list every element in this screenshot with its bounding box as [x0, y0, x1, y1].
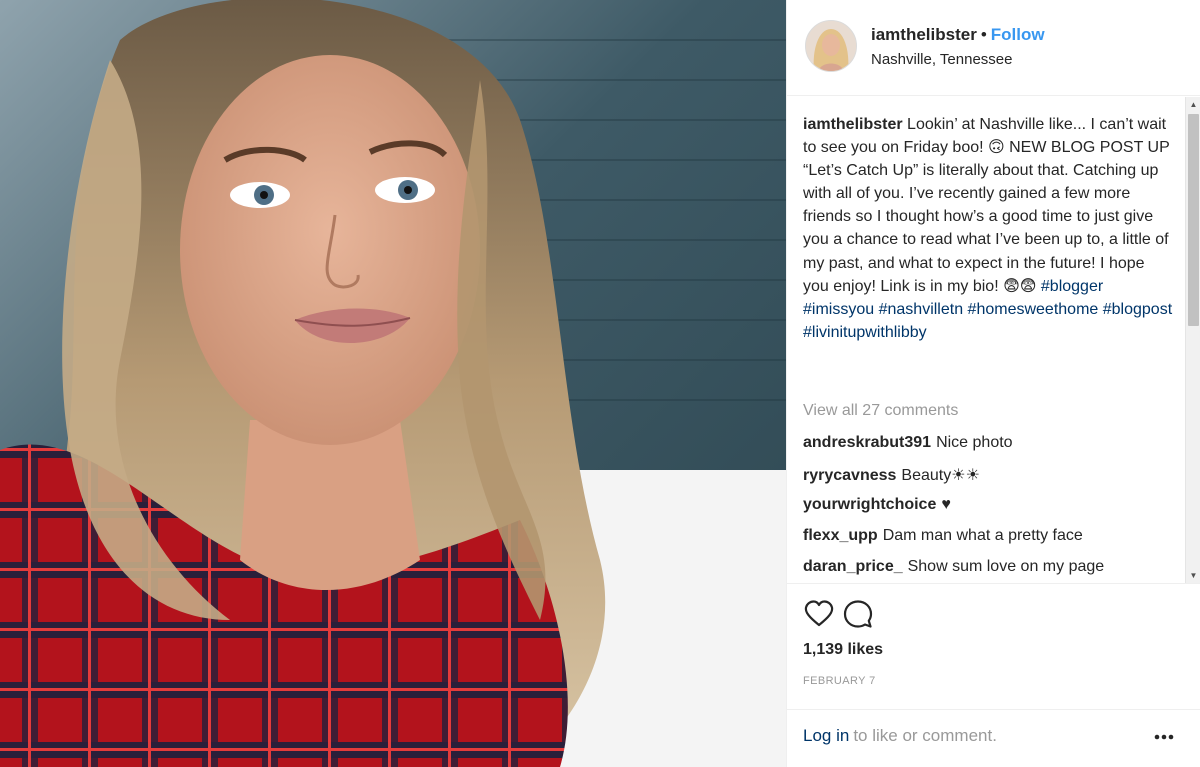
comment-button[interactable] — [842, 598, 874, 630]
comment-text: Nice photo — [936, 434, 1013, 451]
comment-text: Show sum love on my page — [907, 558, 1105, 575]
hashtag-link[interactable]: #blogpost — [1103, 301, 1172, 318]
comment-item: daran_price_ Show sum love on my page — [803, 558, 1173, 583]
login-suffix: to like or comment. — [853, 726, 997, 745]
comment-text: Dam man what a pretty face — [882, 527, 1083, 544]
hashtag-link[interactable]: #blogger — [1041, 278, 1103, 295]
hashtag-link[interactable]: #imissyou — [803, 301, 874, 318]
post-actions: 1,139 likes FEBRUARY 7 — [787, 585, 1200, 693]
follow-button[interactable]: Follow — [991, 25, 1045, 44]
hashtag-link[interactable]: #nashvilletn — [879, 301, 964, 318]
header-username[interactable]: iamthelibster — [871, 25, 977, 44]
caption-username[interactable]: iamthelibster — [803, 116, 903, 133]
comment-text: ♥ — [941, 496, 951, 513]
avatar-image — [806, 21, 856, 71]
post-photo[interactable] — [0, 0, 786, 767]
post-date: FEBRUARY 7 — [803, 675, 876, 687]
login-link[interactable]: Log in — [803, 726, 849, 745]
scroll-down-arrow[interactable]: ▼ — [1186, 568, 1200, 583]
header-line: iamthelibster • Follow — [871, 25, 1045, 45]
comment-username[interactable]: ryrycavness — [803, 467, 896, 484]
selfie-photo-illustration — [0, 0, 786, 767]
scroll-up-arrow[interactable]: ▲ — [1186, 97, 1200, 113]
more-options-button[interactable] — [1151, 724, 1177, 750]
comments-area: iamthelibster Lookin’ at Nashville like.… — [787, 97, 1200, 584]
comment-username[interactable]: daran_price_ — [803, 558, 903, 575]
comment-item: flexx_upp Dam man what a pretty face — [803, 527, 1173, 558]
location-link[interactable]: Nashville, Tennessee — [871, 51, 1012, 68]
comment-username[interactable]: flexx_upp — [803, 527, 878, 544]
header-separator: • — [980, 25, 987, 44]
caption: iamthelibster Lookin’ at Nashville like.… — [803, 113, 1173, 344]
post-sidebar: iamthelibster • Follow Nashville, Tennesse… — [786, 0, 1200, 767]
comment-bubble-icon — [843, 600, 873, 628]
comment-username[interactable]: yourwrightchoice — [803, 496, 936, 513]
view-all-comments-link[interactable]: View all 27 comments — [803, 402, 958, 420]
comment-username[interactable]: andreskrabut391 — [803, 434, 931, 451]
comment-item: andreskrabut391 Nice photo — [803, 434, 1173, 465]
hashtag-link[interactable]: #livinitupwithlibby — [803, 324, 927, 341]
login-prompt: Log in to like or comment. — [803, 726, 997, 746]
comment-list: andreskrabut391 Nice photo ryrycavness Bea… — [803, 434, 1173, 583]
comment-text: Beauty☀☀ — [901, 467, 980, 484]
comment-item: yourwrightchoice ♥ — [803, 496, 1173, 527]
heart-icon — [804, 600, 834, 627]
likes-count[interactable]: 1,139 likes — [803, 641, 883, 659]
avatar[interactable] — [805, 20, 857, 72]
post-footer: Log in to like or comment. — [787, 709, 1200, 767]
post-header: iamthelibster • Follow Nashville, Tennesse… — [787, 0, 1200, 96]
hashtag-link[interactable]: #homesweethome — [968, 301, 1099, 318]
comments-scrollbar[interactable]: ▲ ▼ — [1185, 97, 1200, 583]
more-options-icon — [1154, 734, 1174, 740]
instagram-post: iamthelibster • Follow Nashville, Tennesse… — [0, 0, 1200, 767]
comment-item: ryrycavness Beauty☀☀ — [803, 465, 1173, 496]
scroll-thumb[interactable] — [1188, 114, 1199, 326]
like-button[interactable] — [803, 598, 835, 630]
caption-text: Lookin’ at Nashville like... I can’t wai… — [803, 116, 1170, 295]
